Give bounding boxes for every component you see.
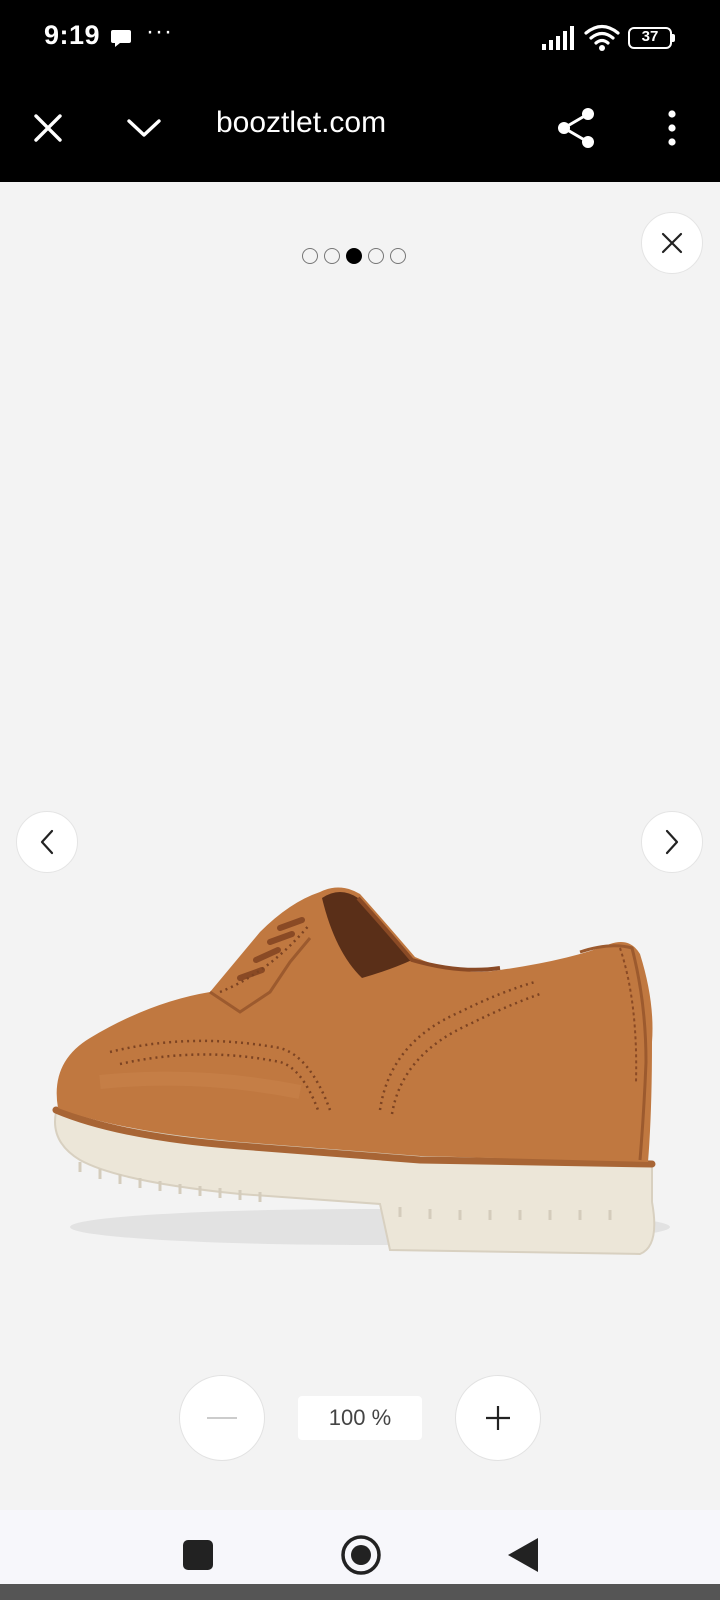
browser-toolbar: booztlet.com xyxy=(0,78,720,182)
bottom-strip xyxy=(0,1584,720,1600)
message-notification-icon xyxy=(111,30,131,47)
screen: 9:19 ··· 37 booztlet.com 100 % xyxy=(0,0,720,1600)
back-button[interactable] xyxy=(506,1536,540,1574)
cell-signal-icon xyxy=(542,26,574,50)
product-image[interactable] xyxy=(40,842,680,1282)
minus-icon xyxy=(207,1417,237,1419)
zoom-in-button[interactable] xyxy=(455,1375,541,1461)
close-tab-button[interactable] xyxy=(20,100,76,156)
share-button[interactable] xyxy=(548,100,604,156)
pagination-dot[interactable] xyxy=(324,248,340,264)
pagination-dot[interactable] xyxy=(346,248,362,264)
zoom-level: 100 % xyxy=(298,1396,422,1440)
home-button[interactable] xyxy=(340,1534,382,1576)
battery-icon: 37 xyxy=(628,27,676,49)
pagination-dots xyxy=(302,248,406,264)
chevron-down-icon xyxy=(127,119,161,137)
url-text[interactable]: booztlet.com xyxy=(216,106,386,140)
status-time: 9:19 xyxy=(44,20,101,50)
share-icon xyxy=(558,108,594,148)
pagination-dot[interactable] xyxy=(368,248,384,264)
zoom-out-button[interactable] xyxy=(179,1375,265,1461)
pagination-dot[interactable] xyxy=(390,248,406,264)
wifi-icon xyxy=(584,24,620,51)
more-options-button[interactable] xyxy=(644,100,700,156)
status-bar: 9:19 ··· 37 xyxy=(0,0,720,78)
image-viewer: 100 % xyxy=(0,182,720,1510)
close-viewer-button[interactable] xyxy=(641,212,703,274)
recent-apps-button[interactable] xyxy=(183,1540,213,1570)
more-vert-icon xyxy=(668,110,676,146)
close-icon xyxy=(34,114,62,142)
minimize-button[interactable] xyxy=(116,100,172,156)
close-icon xyxy=(661,232,683,254)
plus-icon xyxy=(486,1406,510,1430)
pagination-dot[interactable] xyxy=(302,248,318,264)
more-notifications-icon: ··· xyxy=(146,18,173,45)
battery-level: 37 xyxy=(641,28,659,45)
